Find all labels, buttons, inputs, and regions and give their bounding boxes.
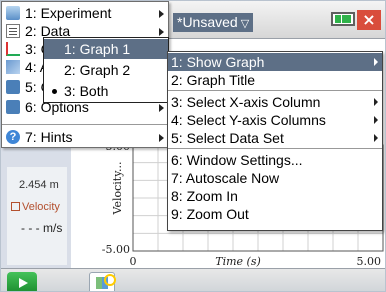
graph-menu-item-label: 1: Show Graph [171, 54, 265, 70]
graph-menu-item-label: 9: Zoom Out [171, 206, 249, 222]
graph-menu-item-label: 6: Window Settings... [171, 152, 303, 168]
submenu-arrow-icon [374, 134, 378, 142]
experiment-icon [6, 6, 20, 20]
graph-menu-item-label: 7: Autoscale Now [171, 170, 280, 186]
battery-icon [331, 12, 355, 26]
y-axis-label: Velocity... [111, 162, 124, 216]
menu-divider [2, 124, 168, 125]
submenu-item-label: 3: Both [64, 83, 109, 99]
menu-item-label: 7: Hints [25, 129, 73, 145]
document-title: *Unsaved [177, 14, 238, 30]
graph-menu-item-graph-title[interactable]: 2: Graph Title [168, 71, 382, 89]
submenu-item-graph-1[interactable]: 1: Graph 1 [44, 39, 168, 59]
y-tick-label: -5.00 [102, 243, 130, 256]
graph-menu-item-zoom-out[interactable]: 9: Zoom Out [168, 205, 382, 223]
document-tab[interactable]: *Unsaved ▽ [173, 13, 254, 32]
x-tick-label: 5.00 [357, 255, 382, 268]
graph-menu-item-zoom-in[interactable]: 8: Zoom In [168, 187, 382, 205]
graph-menu-item-label: 2: Graph Title [171, 72, 256, 88]
submenu-arrow-icon [159, 134, 164, 142]
menu-item-experiment[interactable]: 1: Experiment [2, 4, 168, 23]
menu-item-hints[interactable]: ? 7: Hints [2, 128, 168, 147]
start-collection-button[interactable] [7, 272, 37, 291]
analyze-icon [6, 60, 20, 74]
graph-select-submenu: 1: Graph 1 2: Graph 2 3: Both [43, 37, 169, 103]
graph-menu-item-label: 4: Select Y-axis Columns [171, 112, 326, 128]
submenu-arrow-icon [374, 58, 378, 66]
submenu-arrow-icon [159, 104, 164, 112]
submenu-item-label: 2: Graph 2 [64, 62, 131, 78]
close-icon[interactable]: × [357, 10, 381, 30]
options-icon [6, 80, 20, 94]
graph-options-submenu: 1: Show Graph 2: Graph Title 3: Select X-a… [167, 51, 383, 231]
data-icon [6, 24, 20, 38]
graph-menu-item-select-y-axis-columns[interactable]: 4: Select Y-axis Columns [168, 111, 382, 129]
submenu-item-graph-2[interactable]: 2: Graph 2 [44, 60, 168, 80]
selected-bullet-icon [52, 89, 57, 94]
submenu-item-both[interactable]: 3: Both [44, 81, 168, 101]
x-axis-label: Time (s) [215, 255, 261, 268]
submenu-item-label: 1: Graph 1 [64, 41, 131, 57]
options-icon [6, 100, 20, 114]
submenu-arrow-icon [374, 116, 378, 124]
data-collection-mode-button[interactable] [89, 272, 116, 291]
graph-menu-item-label: 5: Select Data Set [171, 130, 284, 146]
graph-menu-item-select-x-axis-column[interactable]: 3: Select X-axis Column [168, 93, 382, 111]
menu-item-label: 1: Experiment [25, 5, 112, 21]
graph-menu-item-show-graph[interactable]: 1: Show Graph [168, 53, 382, 71]
menu-divider [168, 90, 382, 91]
submenu-arrow-icon [159, 28, 164, 36]
graph-icon [6, 42, 20, 56]
menu-divider [168, 148, 382, 149]
bottom-toolbar [1, 268, 385, 291]
hints-icon: ? [6, 130, 20, 144]
meter-sensor-name: Velocity [11, 201, 60, 213]
graph-menu-item-autoscale-now[interactable]: 7: Autoscale Now [168, 169, 382, 187]
dropdown-caret-icon[interactable]: ▽ [241, 17, 249, 30]
graph-menu-item-label: 8: Zoom In [171, 188, 238, 204]
meter-reading: - - - m/s [21, 221, 63, 235]
submenu-arrow-icon [159, 10, 164, 18]
x-tick-label: 0 [130, 255, 137, 268]
graph-menu-item-select-data-set[interactable]: 5: Select Data Set [168, 129, 382, 147]
graph-menu-item-window-settings[interactable]: 6: Window Settings... [168, 151, 382, 169]
submenu-arrow-icon [374, 98, 378, 106]
meter-position-value: 2.454 m [19, 179, 59, 191]
calculator-screen: *Unsaved▽ × 2.454 m Velocity - - - m/s 5… [0, 0, 386, 292]
graph-menu-item-label: 3: Select X-axis Column [171, 94, 321, 110]
